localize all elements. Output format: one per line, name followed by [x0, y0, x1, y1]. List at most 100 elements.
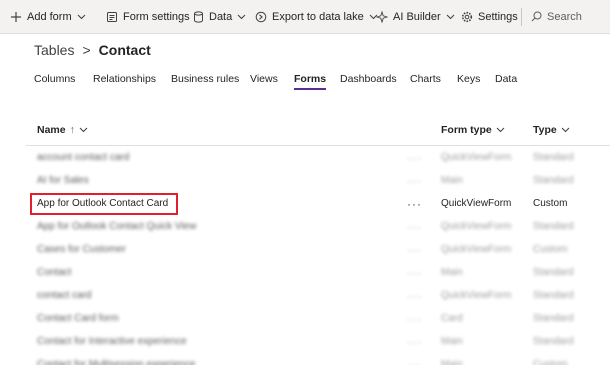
- table-row[interactable]: App for Outlook Contact Card ··· QuickView…: [0, 192, 610, 215]
- more-actions-button[interactable]: ···: [407, 215, 422, 238]
- row-name-link[interactable]: Contact for Multisession experience: [37, 353, 195, 365]
- export-to-data-lake-button[interactable]: Export to data lake: [255, 0, 378, 34]
- chevron-down-icon: [496, 127, 505, 133]
- chevron-down-icon: [77, 14, 86, 20]
- more-actions-button[interactable]: ···: [407, 146, 422, 169]
- row-type: Standard: [533, 313, 574, 324]
- more-actions-button[interactable]: ···: [407, 261, 422, 284]
- row-name-link[interactable]: App for Outlook Contact Quick View: [37, 215, 196, 238]
- row-type: Standard: [533, 290, 574, 301]
- table-row[interactable]: Contact Card form ··· Card Standard: [0, 307, 610, 330]
- row-name-link[interactable]: Cases for Customer: [37, 238, 126, 261]
- search-box[interactable]: Search: [531, 0, 582, 34]
- tab-dashboards[interactable]: Dashboards: [340, 72, 397, 86]
- row-type: Standard: [533, 152, 574, 163]
- row-form-type: Main: [441, 336, 463, 347]
- database-icon: [193, 10, 204, 23]
- sort-ascending-icon: ↑: [69, 124, 75, 136]
- row-form-type: QuickViewForm: [441, 244, 512, 255]
- form-settings-button[interactable]: Form settings: [106, 0, 190, 34]
- row-form-type: QuickViewForm: [441, 290, 512, 301]
- data-label: Data: [209, 10, 233, 23]
- more-actions-button[interactable]: ···: [407, 238, 422, 261]
- row-form-type: Main: [441, 359, 463, 365]
- command-bar: Add form Form settings Data Export to da…: [0, 0, 610, 34]
- row-type: Standard: [533, 221, 574, 232]
- chevron-down-icon: [79, 127, 88, 133]
- row-form-type: Main: [441, 175, 463, 186]
- page-title: Contact: [98, 42, 151, 58]
- search-placeholder: Search: [547, 10, 582, 23]
- tab-charts[interactable]: Charts: [410, 72, 441, 86]
- table-row[interactable]: account contact card ··· QuickViewForm Stan…: [0, 146, 610, 169]
- column-header-type[interactable]: Type: [533, 118, 570, 142]
- row-name-link[interactable]: Contact Card form: [37, 307, 119, 330]
- tab-forms[interactable]: Forms: [294, 72, 327, 90]
- search-icon: [531, 11, 542, 22]
- more-actions-button[interactable]: ···: [407, 284, 422, 307]
- row-name-link[interactable]: account contact card: [37, 146, 129, 169]
- column-header-name-label: Name: [37, 124, 66, 136]
- row-type: Custom: [533, 244, 568, 255]
- add-form-label: Add form: [27, 10, 72, 23]
- breadcrumb-tables-link[interactable]: Tables: [34, 42, 74, 58]
- more-actions-button[interactable]: ···: [407, 307, 422, 330]
- row-form-type: QuickViewForm: [441, 152, 512, 163]
- tab-business-rules[interactable]: Business rules: [171, 72, 239, 86]
- row-form-type: Card: [441, 313, 463, 324]
- ai-builder-button[interactable]: AI Builder: [376, 0, 455, 34]
- ai-builder-label: AI Builder: [393, 10, 441, 23]
- tab-keys[interactable]: Keys: [457, 72, 480, 86]
- row-name-link[interactable]: App for Outlook Contact Card: [37, 192, 168, 215]
- tab-views[interactable]: Views: [250, 72, 278, 86]
- grid-header: Name ↑ Form type Type: [0, 118, 610, 142]
- table-row[interactable]: Contact ··· Main Standard: [0, 261, 610, 284]
- table-row[interactable]: Contact for Interactive experience ··· Mai…: [0, 330, 610, 353]
- tab-data[interactable]: Data: [495, 72, 517, 86]
- export-label: Export to data lake: [272, 10, 364, 23]
- data-button[interactable]: Data: [193, 0, 246, 34]
- row-type: Custom: [533, 198, 568, 209]
- add-form-button[interactable]: Add form: [10, 0, 86, 34]
- row-name-link[interactable]: contact card: [37, 284, 91, 307]
- row-type: Standard: [533, 267, 574, 278]
- settings-label: Settings: [478, 10, 518, 23]
- row-name-link[interactable]: AI for Sales: [37, 169, 89, 192]
- gear-icon: [461, 11, 473, 23]
- export-icon: [255, 11, 267, 23]
- column-header-name[interactable]: Name ↑: [37, 118, 88, 142]
- forms-list: account contact card ··· QuickViewForm Stan…: [0, 146, 610, 365]
- tab-columns[interactable]: Columns: [34, 72, 75, 86]
- row-name-link[interactable]: Contact for Interactive experience: [37, 330, 187, 353]
- form-settings-label: Form settings: [123, 10, 190, 23]
- breadcrumb-separator: >: [82, 42, 91, 58]
- table-row[interactable]: contact card ··· QuickViewForm Standard: [0, 284, 610, 307]
- more-actions-button[interactable]: ···: [407, 353, 422, 365]
- chevron-down-icon: [446, 14, 455, 20]
- column-header-type-label: Type: [533, 124, 557, 136]
- row-name-link[interactable]: Contact: [37, 261, 71, 284]
- table-row[interactable]: App for Outlook Contact Quick View ··· Qui…: [0, 215, 610, 238]
- column-header-form-type[interactable]: Form type: [441, 118, 505, 142]
- row-form-type: QuickViewForm: [441, 198, 512, 209]
- form-settings-icon: [106, 11, 118, 23]
- row-type: Standard: [533, 175, 574, 186]
- column-header-form-type-label: Form type: [441, 124, 492, 136]
- settings-button[interactable]: Settings: [461, 0, 518, 34]
- chevron-down-icon: [561, 127, 570, 133]
- row-form-type: Main: [441, 267, 463, 278]
- chevron-down-icon: [237, 14, 246, 20]
- more-actions-button[interactable]: ···: [407, 169, 422, 192]
- plus-icon: [10, 11, 22, 23]
- breadcrumb: Tables > Contact: [34, 41, 151, 59]
- more-actions-button[interactable]: ···: [407, 330, 422, 353]
- ai-builder-icon: [376, 10, 388, 23]
- row-type: Custom: [533, 359, 568, 365]
- table-row[interactable]: AI for Sales ··· Main Standard: [0, 169, 610, 192]
- row-type: Standard: [533, 336, 574, 347]
- more-actions-button[interactable]: ···: [407, 192, 422, 215]
- table-row[interactable]: Cases for Customer ··· QuickViewForm Custom: [0, 238, 610, 261]
- tab-relationships[interactable]: Relationships: [93, 72, 156, 86]
- table-row[interactable]: Contact for Multisession experience ··· Ma…: [0, 353, 610, 365]
- command-bar-divider: [521, 8, 522, 26]
